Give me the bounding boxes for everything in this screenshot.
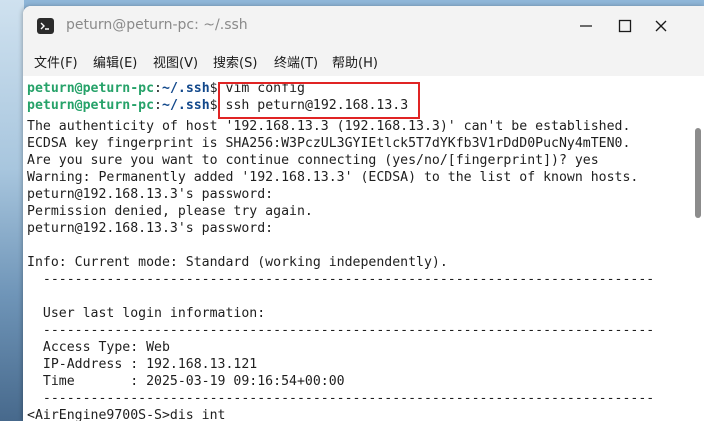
window-title: peturn@peturn-pc: ~/.ssh <box>66 17 248 33</box>
output-line: Info: Current mode: Standard (working in… <box>27 255 448 270</box>
output-line: Permission denied, please try again. <box>27 204 313 219</box>
prompt-symbol: $ <box>209 98 218 113</box>
output-line: The authenticity of host '192.168.13.3 (… <box>27 119 631 134</box>
output-line: Time : 2025-03-19 09:16:54+00:00 <box>27 374 345 389</box>
command-highlight-box <box>218 82 420 119</box>
close-button[interactable] <box>647 14 675 38</box>
terminal-icon <box>37 18 54 34</box>
prompt-user: peturn@peturn-pc <box>27 98 155 113</box>
menu-search[interactable]: 搜索(S) <box>213 52 257 71</box>
menu-view[interactable]: 视图(V) <box>153 52 198 71</box>
output-line: ----------------------------------------… <box>27 391 655 406</box>
terminal-window: peturn@peturn-pc: ~/.ssh 文件(F) 编辑(E) 视图(… <box>23 6 704 421</box>
output-line: ECDSA key fingerprint is SHA256:W3PczUL3… <box>27 136 631 151</box>
output-line: peturn@192.168.13.3's password: <box>27 187 274 202</box>
desktop-background <box>0 0 24 421</box>
minimize-icon <box>580 25 592 27</box>
prompt-path: ~/.ssh <box>162 81 210 96</box>
menu-help[interactable]: 帮助(H) <box>332 52 378 71</box>
scrollbar[interactable] <box>693 76 703 421</box>
output-line: Access Type: Web <box>27 340 170 355</box>
maximize-icon <box>618 19 632 33</box>
maximize-button[interactable] <box>611 14 639 38</box>
prompt-path: ~/.ssh <box>162 98 210 113</box>
output-line: User last login information: <box>27 306 266 321</box>
prompt-symbol: $ <box>209 81 218 96</box>
menu-edit[interactable]: 编辑(E) <box>93 52 137 71</box>
prompt-user: peturn@peturn-pc <box>27 81 155 96</box>
terminal-output[interactable]: peturn@peturn-pc:~/.ssh$ vim config petu… <box>23 76 704 421</box>
output-line: ----------------------------------------… <box>27 272 655 287</box>
output-line: Are you sure you want to continue connec… <box>27 153 599 168</box>
menu-bar: 文件(F) 编辑(E) 视图(V) 搜索(S) 终端(T) 帮助(H) <box>23 46 704 76</box>
menu-file[interactable]: 文件(F) <box>34 52 78 71</box>
minimize-button[interactable] <box>572 14 600 38</box>
menu-terminal[interactable]: 终端(T) <box>274 52 318 71</box>
scrollbar-thumb[interactable] <box>695 128 701 218</box>
output-line: IP-Address : 192.168.13.121 <box>27 357 258 372</box>
title-bar[interactable]: peturn@peturn-pc: ~/.ssh <box>23 6 704 46</box>
output-line: ----------------------------------------… <box>27 323 655 338</box>
output-line: Warning: Permanently added '192.168.13.3… <box>27 170 639 185</box>
output-line: peturn@192.168.13.3's password: <box>27 221 274 236</box>
output-line: <AirEngine9700S-S>dis int <box>27 408 226 421</box>
close-icon <box>655 20 667 32</box>
